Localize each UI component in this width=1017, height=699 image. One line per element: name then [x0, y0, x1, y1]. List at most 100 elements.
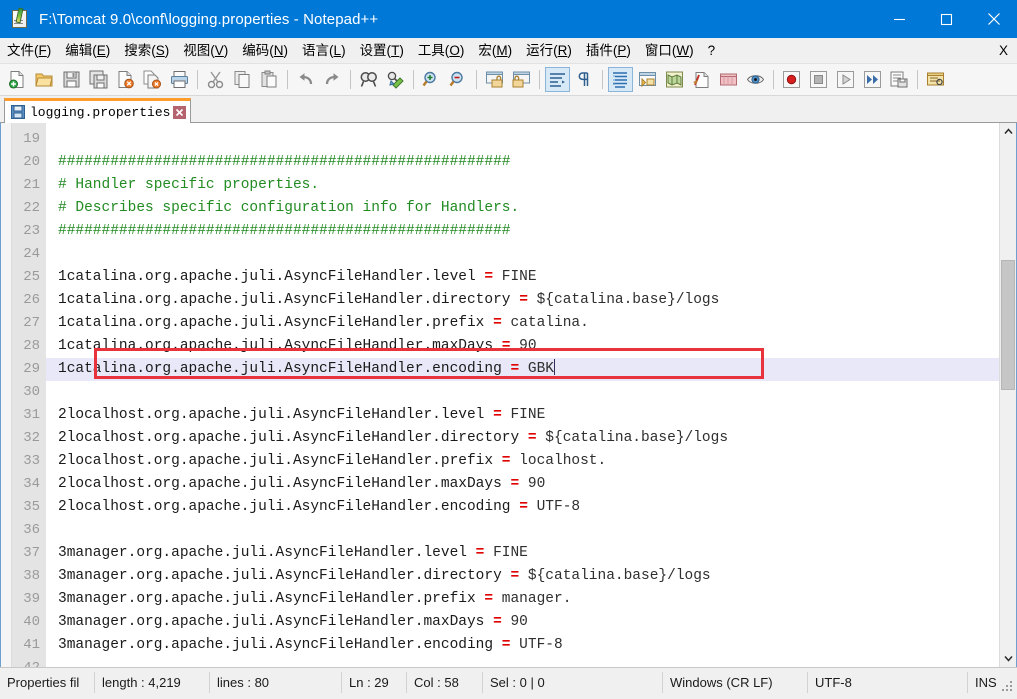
menu-item-4[interactable]: 编码(N)	[235, 38, 295, 63]
resize-grip-icon[interactable]	[1002, 681, 1014, 693]
code-line[interactable]	[46, 243, 999, 266]
open-file-icon[interactable]	[32, 67, 57, 92]
menu-item-7[interactable]: 工具(O)	[411, 38, 472, 63]
token-key: 2localhost.org.apache.juli.AsyncFileHand…	[58, 453, 502, 469]
scroll-up-arrow-icon[interactable]	[1000, 123, 1016, 140]
code-line[interactable]	[46, 381, 999, 404]
code-line[interactable]: # Handler specific properties.	[46, 174, 999, 197]
token-key: 1catalina.org.apache.juli.AsyncFileHandl…	[58, 292, 520, 308]
code-line[interactable]: 1catalina.org.apache.juli.AsyncFileHandl…	[46, 358, 999, 381]
code-line[interactable]: 3manager.org.apache.juli.AsyncFileHandle…	[46, 634, 999, 657]
scrollbar-thumb[interactable]	[1001, 260, 1015, 390]
code-line[interactable]: # Describes specific configuration info …	[46, 197, 999, 220]
new-file-icon[interactable]	[5, 67, 30, 92]
copy-icon[interactable]	[230, 67, 255, 92]
function-list-icon[interactable]	[689, 67, 714, 92]
redo-icon[interactable]	[320, 67, 345, 92]
code-line[interactable]	[46, 519, 999, 542]
code-line[interactable]: 3manager.org.apache.juli.AsyncFileHandle…	[46, 542, 999, 565]
menu-item-11[interactable]: 窗口(W)	[638, 38, 701, 63]
menu-item-12[interactable]: ?	[701, 38, 723, 63]
code-line[interactable]	[46, 128, 999, 151]
menu-item-3[interactable]: 视图(V)	[176, 38, 235, 63]
paste-icon[interactable]	[257, 67, 282, 92]
code-line[interactable]: 2localhost.org.apache.juli.AsyncFileHand…	[46, 427, 999, 450]
bookmark-margin[interactable]	[1, 123, 12, 667]
find-icon[interactable]	[356, 67, 381, 92]
monitoring-icon[interactable]	[743, 67, 768, 92]
code-line[interactable]: 3manager.org.apache.juli.AsyncFileHandle…	[46, 611, 999, 634]
macro-record-icon[interactable]	[779, 67, 804, 92]
code-line[interactable]: 2localhost.org.apache.juli.AsyncFileHand…	[46, 404, 999, 427]
saved-document-icon	[11, 105, 25, 119]
token-eq: =	[493, 614, 502, 630]
tab-logging-properties[interactable]: logging.properties	[4, 98, 192, 123]
line-number: 31	[23, 407, 40, 423]
tab-close-icon[interactable]	[173, 105, 187, 119]
folder-as-workspace-icon[interactable]	[716, 67, 741, 92]
code-line[interactable]: 1catalina.org.apache.juli.AsyncFileHandl…	[46, 335, 999, 358]
document-list-icon[interactable]	[923, 67, 948, 92]
zoom-out-icon[interactable]	[446, 67, 471, 92]
status-sel: Sel : 0 | 0	[483, 671, 663, 693]
toolbar-separator	[602, 70, 603, 89]
close-document-button[interactable]: X	[999, 38, 1008, 63]
code-line[interactable]: 2localhost.org.apache.juli.AsyncFileHand…	[46, 496, 999, 519]
show-document-map-icon[interactable]	[662, 67, 687, 92]
minimize-icon[interactable]	[876, 0, 923, 38]
code-line[interactable]: ########################################…	[46, 151, 999, 174]
word-wrap-icon[interactable]	[545, 67, 570, 92]
line-number: 26	[23, 292, 40, 308]
undo-icon[interactable]	[293, 67, 318, 92]
save-icon[interactable]	[59, 67, 84, 92]
code-line[interactable]	[46, 657, 999, 667]
indent-guideline-icon[interactable]	[608, 67, 633, 92]
code-line[interactable]: 1catalina.org.apache.juli.AsyncFileHandl…	[46, 312, 999, 335]
code-line[interactable]: 3manager.org.apache.juli.AsyncFileHandle…	[46, 565, 999, 588]
sync-vertical-scroll-icon[interactable]	[482, 67, 507, 92]
macro-stop-icon[interactable]	[806, 67, 831, 92]
close-icon[interactable]	[970, 0, 1017, 38]
close-all-files-icon[interactable]	[140, 67, 165, 92]
token-val: GBK	[519, 361, 554, 377]
line-number: 28	[23, 338, 40, 354]
macro-play-icon[interactable]	[833, 67, 858, 92]
zoom-in-icon[interactable]	[419, 67, 444, 92]
token-eq: =	[519, 499, 528, 515]
code-area[interactable]: ########################################…	[46, 123, 999, 667]
print-icon[interactable]	[167, 67, 192, 92]
menu-item-1[interactable]: 编辑(E)	[58, 38, 117, 63]
menu-item-10[interactable]: 插件(P)	[579, 38, 638, 63]
maximize-icon[interactable]	[923, 0, 970, 38]
scroll-down-arrow-icon[interactable]	[1000, 650, 1016, 667]
menu-item-2[interactable]: 搜索(S)	[117, 38, 176, 63]
token-val: 90	[510, 338, 537, 354]
line-number: 27	[23, 315, 40, 331]
line-number-gutter: 19 20 21 22 23 24 25 26 27 28 29 30 31 32 33 34 35 36 37 38…	[1, 123, 46, 667]
token-val: UTF-8	[527, 499, 581, 515]
code-line[interactable]: 2localhost.org.apache.juli.AsyncFileHand…	[46, 450, 999, 473]
code-line[interactable]: ########################################…	[46, 220, 999, 243]
vertical-scrollbar[interactable]	[999, 123, 1016, 667]
replace-icon[interactable]	[383, 67, 408, 92]
line-number: 34	[23, 476, 40, 492]
menu-item-9[interactable]: 运行(R)	[519, 38, 579, 63]
token-key: 1catalina.org.apache.juli.AsyncFileHandl…	[58, 315, 494, 331]
cut-icon[interactable]	[203, 67, 228, 92]
menu-item-5[interactable]: 语言(L)	[295, 38, 353, 63]
macro-play-multiple-icon[interactable]	[860, 67, 885, 92]
code-line[interactable]: 1catalina.org.apache.juli.AsyncFileHandl…	[46, 289, 999, 312]
code-line[interactable]: 3manager.org.apache.juli.AsyncFileHandle…	[46, 588, 999, 611]
menu-item-6[interactable]: 设置(T)	[353, 38, 411, 63]
show-all-characters-icon[interactable]	[572, 67, 597, 92]
save-all-icon[interactable]	[86, 67, 111, 92]
macro-save-icon[interactable]	[887, 67, 912, 92]
close-file-icon[interactable]	[113, 67, 138, 92]
code-line[interactable]: 1catalina.org.apache.juli.AsyncFileHandl…	[46, 266, 999, 289]
sync-horizontal-scroll-icon[interactable]	[509, 67, 534, 92]
user-defined-dialog-icon[interactable]	[635, 67, 660, 92]
status-ln: Ln : 29	[342, 671, 407, 693]
code-line[interactable]: 2localhost.org.apache.juli.AsyncFileHand…	[46, 473, 999, 496]
menu-item-0[interactable]: 文件(F)	[0, 38, 58, 63]
menu-item-8[interactable]: 宏(M)	[471, 38, 519, 63]
